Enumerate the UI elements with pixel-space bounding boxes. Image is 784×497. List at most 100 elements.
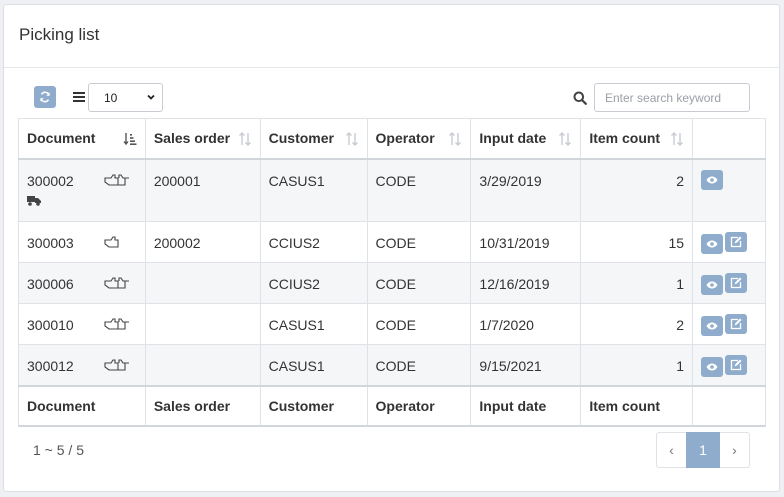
sort-icon[interactable] (670, 132, 684, 146)
view-button[interactable] (701, 357, 724, 377)
cell-input-date: 12/16/2019 (470, 262, 582, 304)
previous-page-button[interactable]: ‹ (656, 432, 686, 468)
cell-sales-order (144, 303, 261, 345)
table-row[interactable]: 300003 200002 CCIUS2 CODE 10/31/2019 15 (18, 221, 766, 263)
edit-icon (730, 236, 742, 248)
double-hand-icon (104, 318, 129, 330)
cell-input-date: 10/31/2019 (470, 221, 582, 263)
edit-button[interactable] (725, 355, 748, 375)
eye-icon (706, 322, 718, 330)
eye-icon (706, 363, 718, 371)
column-header-sales-order[interactable]: Sales order (144, 118, 261, 160)
columns-menu-icon[interactable] (73, 92, 85, 102)
column-header-actions (692, 118, 766, 160)
page-1-button[interactable]: 1 (686, 432, 720, 468)
eye-icon (706, 240, 718, 248)
cell-operator: CODE (366, 344, 472, 386)
view-button[interactable] (701, 275, 724, 295)
column-header-operator[interactable]: Operator (366, 118, 472, 160)
cell-document: 300010 (18, 303, 146, 345)
cell-actions (692, 262, 766, 304)
cell-document: 300003 (18, 221, 146, 263)
cell-document: 300002 (18, 158, 146, 222)
table-row[interactable]: 300012 CASUS1 CODE 9/15/2021 1 (18, 344, 766, 386)
cell-sales-order (144, 262, 261, 304)
cell-customer: CASUS1 (259, 158, 368, 222)
double-hand-icon (104, 277, 129, 289)
picking-list-panel: Picking list 10 Document (3, 4, 780, 492)
cell-input-date: 9/15/2021 (470, 344, 582, 386)
next-page-button[interactable]: › (720, 432, 750, 468)
edit-button[interactable] (725, 314, 748, 334)
page-size-select[interactable]: 10 (88, 83, 163, 112)
cell-item-count: 1 (580, 344, 694, 386)
search-input[interactable] (594, 83, 750, 112)
footer-sales-order: Sales order (144, 384, 261, 427)
view-button[interactable] (701, 234, 724, 254)
pagination-summary: 1 ~ 5 / 5 (33, 442, 84, 458)
truck-icon (27, 195, 41, 206)
chevron-down-icon (147, 94, 155, 100)
edit-icon (730, 277, 742, 289)
cell-customer: CASUS1 (259, 303, 368, 345)
cell-customer: CCIUS2 (259, 221, 368, 263)
footer-document: Document (18, 384, 146, 427)
refresh-icon (40, 91, 50, 103)
edit-button[interactable] (725, 273, 748, 293)
edit-icon (730, 318, 742, 330)
view-button[interactable] (701, 316, 724, 336)
column-header-item-count[interactable]: Item count (580, 118, 694, 160)
cell-customer: CCIUS2 (259, 262, 368, 304)
panel-title: Picking list (4, 5, 779, 68)
cell-actions (692, 221, 766, 263)
cell-item-count: 2 (580, 158, 694, 222)
sort-icon[interactable] (558, 132, 572, 146)
cell-document: 300006 (18, 262, 146, 304)
cell-operator: CODE (366, 158, 472, 222)
cell-customer: CASUS1 (259, 344, 368, 386)
footer-row: Document Sales order Customer Operator I… (18, 384, 766, 427)
sort-icon[interactable] (448, 132, 462, 146)
column-header-document[interactable]: Document (18, 118, 146, 160)
double-hand-icon (104, 173, 129, 186)
table-row[interactable]: 300006 CCIUS2 CODE 12/16/2019 1 (18, 262, 766, 304)
header-row: Document Sales order Customer Operator I… (18, 118, 766, 160)
cell-operator: CODE (366, 262, 472, 304)
cell-actions (692, 344, 766, 386)
sort-icon[interactable] (345, 132, 359, 146)
cell-actions (692, 158, 766, 222)
cell-sales-order: 200001 (144, 158, 261, 222)
eye-icon (706, 176, 718, 183)
footer-input-date: Input date (470, 384, 582, 427)
picking-list-table: Document Sales order Customer Operator I… (18, 118, 766, 427)
table-row[interactable]: 300002 200001 CASUS1 CODE 3/29/2019 2 (18, 158, 766, 222)
pagination: ‹ 1 › (656, 432, 750, 468)
cell-document: 300012 (18, 344, 146, 386)
double-hand-icon (104, 359, 129, 371)
refresh-button[interactable] (34, 86, 56, 108)
sort-icon[interactable] (238, 132, 252, 146)
cell-sales-order (144, 344, 261, 386)
view-button[interactable] (701, 169, 724, 190)
edit-button[interactable] (725, 232, 748, 252)
search-icon (573, 91, 587, 105)
cell-sales-order: 200002 (144, 221, 261, 263)
cell-item-count: 1 (580, 262, 694, 304)
footer-actions (692, 384, 766, 427)
eye-icon (706, 281, 718, 289)
footer-operator: Operator (366, 384, 472, 427)
cell-operator: CODE (366, 221, 472, 263)
table-row[interactable]: 300010 CASUS1 CODE 1/7/2020 2 (18, 303, 766, 345)
column-header-input-date[interactable]: Input date (470, 118, 582, 160)
footer-item-count: Item count (580, 384, 694, 427)
cell-item-count: 15 (580, 221, 694, 263)
toolbar: 10 (4, 68, 779, 118)
hand-pointing-icon (104, 236, 119, 248)
footer-customer: Customer (259, 384, 368, 427)
cell-actions (692, 303, 766, 345)
column-header-customer[interactable]: Customer (259, 118, 368, 160)
sort-descending-icon[interactable] (123, 132, 137, 146)
edit-icon (730, 359, 742, 371)
cell-input-date: 1/7/2020 (470, 303, 582, 345)
cell-operator: CODE (366, 303, 472, 345)
